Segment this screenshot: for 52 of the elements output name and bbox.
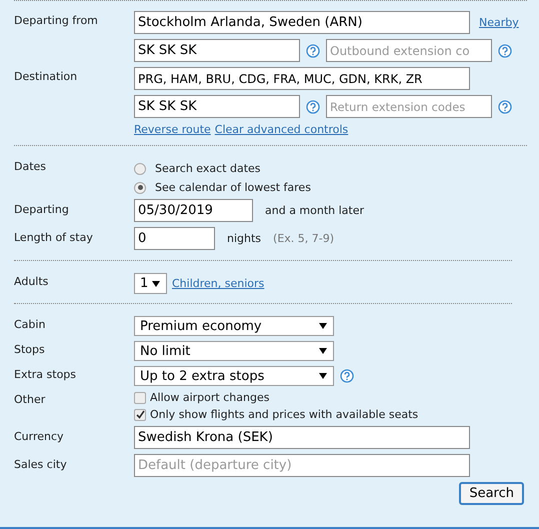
field-label: Departing: [14, 202, 70, 216]
caret-icon: [319, 323, 327, 329]
children-seniors-link[interactable]: Children, seniors: [172, 277, 264, 290]
link[interactable]: Clear advanced controls: [214, 123, 348, 136]
help-icon[interactable]: [306, 100, 320, 114]
search-button[interactable]: Search: [459, 482, 524, 505]
input-field[interactable]: 0: [134, 227, 215, 250]
option-label: Allow airport changes: [150, 391, 270, 404]
field-label: Dates: [14, 159, 48, 173]
dropdown[interactable]: Premium economy: [134, 316, 334, 336]
input-field[interactable]: Outbound extension co: [326, 39, 492, 62]
help-icon[interactable]: [498, 100, 512, 114]
field-label: Adults: [14, 274, 50, 288]
hint-text: (Ex. 5, 7-9): [273, 232, 334, 245]
dropdown[interactable]: 1: [134, 273, 167, 294]
radio-button[interactable]: [134, 162, 146, 174]
input-field[interactable]: Default (departure city): [134, 454, 470, 477]
input-field[interactable]: Stockholm Arlanda, Sweden (ARN): [134, 11, 470, 34]
help-icon[interactable]: [498, 44, 512, 58]
field-label: Stops: [14, 342, 46, 356]
checkbox[interactable]: [134, 392, 146, 404]
radio-button[interactable]: [134, 182, 146, 194]
caret-icon: [319, 348, 327, 354]
checkmark-icon: [136, 410, 144, 419]
link[interactable]: Reverse route: [134, 123, 211, 136]
field-label: Other: [14, 392, 46, 406]
input-field[interactable]: SK SK SK: [134, 95, 300, 118]
dropdown[interactable]: No limit: [134, 341, 334, 361]
field-label: Departing from: [14, 13, 99, 27]
input-field[interactable]: SK SK SK: [134, 39, 300, 62]
caret-icon: [152, 280, 160, 286]
date-field[interactable]: 05/30/2019: [134, 199, 253, 222]
field-label: Destination: [14, 69, 78, 83]
nearby-link[interactable]: Nearby: [479, 16, 519, 29]
option-label: Search exact dates: [155, 162, 261, 175]
unit-label: nights: [227, 232, 262, 245]
field-label: Length of stay: [14, 230, 94, 244]
field-label: Sales city: [14, 457, 68, 471]
option-label: See calendar of lowest fares: [155, 181, 311, 194]
help-icon[interactable]: [340, 369, 354, 383]
help-icon[interactable]: [306, 44, 320, 58]
input-field[interactable]: Swedish Krona (SEK): [134, 426, 470, 449]
option-label: Only show flights and prices with available seats: [150, 408, 418, 421]
input-field[interactable]: Return extension codes: [326, 95, 492, 118]
checkbox[interactable]: [134, 408, 146, 420]
dropdown[interactable]: Up to 2 extra stops: [134, 366, 334, 386]
field-label: Extra stops: [14, 367, 78, 381]
caret-icon: [319, 373, 327, 379]
field-label: Currency: [14, 429, 65, 443]
departing-note: and a month later: [265, 204, 364, 217]
field-label: Cabin: [14, 317, 46, 331]
input-field[interactable]: PRG, HAM, BRU, CDG, FRA, MUC, GDN, KRK, ZR: [134, 67, 470, 90]
